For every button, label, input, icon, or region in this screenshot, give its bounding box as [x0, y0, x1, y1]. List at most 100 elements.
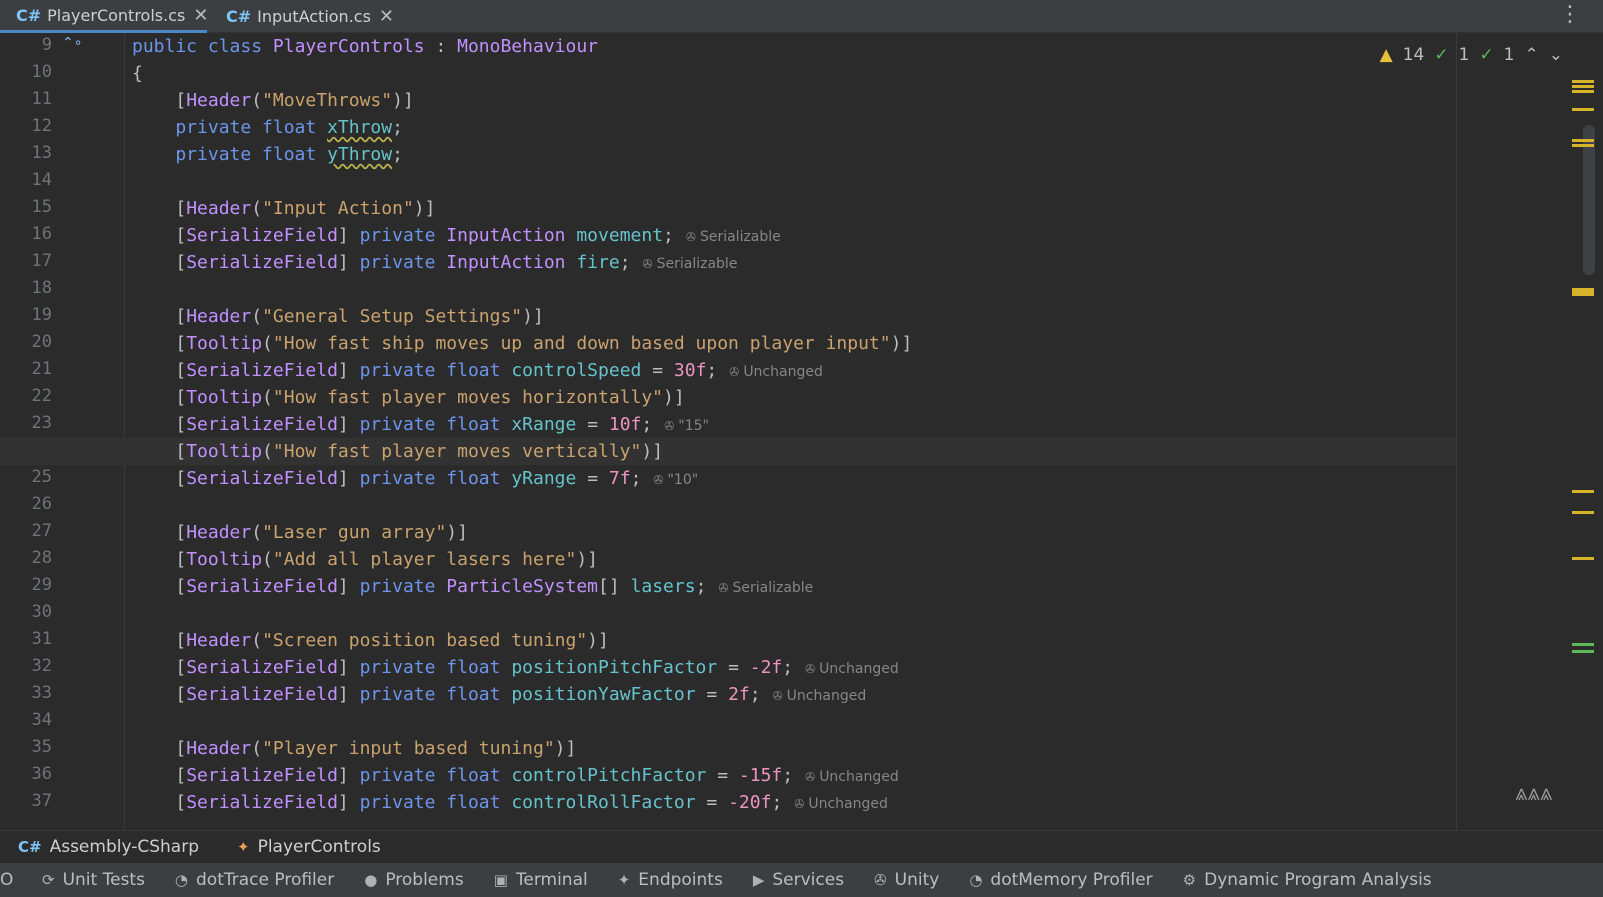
unity-inlay-hint[interactable]: ✇ Serializable: [718, 580, 813, 596]
unity-inlay-hint[interactable]: ✇ Unchanged: [805, 661, 899, 677]
tool-window-services[interactable]: ▶ Services: [753, 870, 844, 890]
code-line[interactable]: [Header("MoveThrows")]: [132, 87, 413, 114]
tool-window-icon: ▣: [493, 871, 508, 889]
code-line[interactable]: [Header("Player input based tuning")]: [132, 735, 576, 762]
warning-stripe[interactable]: [1572, 80, 1594, 83]
tool-window-problems[interactable]: ● Problems: [364, 870, 463, 890]
code-token: ;: [663, 225, 674, 246]
code-line[interactable]: private float xThrow;: [132, 114, 403, 141]
previous-highlight-icon[interactable]: ⌃: [1525, 45, 1539, 65]
warning-stripe[interactable]: [1572, 144, 1594, 147]
code-token: ;: [771, 792, 783, 813]
unity-inlay-hint[interactable]: ✇ Unchanged: [794, 796, 888, 812]
code-line[interactable]: private float yThrow;: [132, 141, 403, 168]
code-line[interactable]: [SerializeField] private ParticleSystem[…: [132, 573, 813, 602]
unity-icon: ✇: [805, 770, 816, 784]
change-stripe[interactable]: [1572, 650, 1594, 653]
warning-stripe[interactable]: [1572, 557, 1594, 560]
code-line[interactable]: [Header("Input Action")]: [132, 195, 435, 222]
line-number: 21: [31, 359, 52, 379]
tool-window-dottrace-profiler[interactable]: ◔ dotTrace Profiler: [175, 870, 334, 890]
next-highlight-icon[interactable]: ⌄: [1549, 45, 1563, 65]
vertical-scrollbar[interactable]: [1583, 125, 1595, 275]
code-token: PlayerControls: [272, 36, 425, 57]
code-token: Tooltip: [186, 387, 263, 408]
code-line[interactable]: public class PlayerControls : MonoBehavi…: [132, 33, 598, 60]
code-token: float: [262, 144, 328, 165]
line-number: 30: [31, 602, 52, 622]
code-line[interactable]: [Header("Screen position based tuning")]: [132, 627, 609, 654]
line-number: 37: [31, 791, 52, 811]
code-token: fire: [576, 252, 620, 273]
code-line[interactable]: [SerializeField] private float controlRo…: [132, 789, 888, 818]
warning-stripe[interactable]: [1572, 490, 1594, 493]
code-token: float: [446, 360, 512, 381]
code-token: Tooltip: [186, 441, 263, 462]
code-token: (: [262, 387, 273, 408]
code-line[interactable]: [SerializeField] private float controlSp…: [132, 357, 823, 386]
tab-label: InputAction.cs: [257, 7, 371, 26]
tool-window-icon: ●: [364, 871, 378, 889]
code-line[interactable]: [SerializeField] private float controlPi…: [132, 762, 899, 791]
tab-inputaction[interactable]: C# InputAction.cs ✕: [210, 0, 394, 33]
tool-window-label: Dynamic Program Analysis: [1204, 870, 1432, 890]
tool-window-unity[interactable]: ✇ Unity: [874, 870, 939, 890]
code-token: "Input Action": [262, 198, 414, 219]
tool-window-dotmemory-profiler[interactable]: ◔ dotMemory Profiler: [969, 870, 1152, 890]
code-line[interactable]: [SerializeField] private InputAction fir…: [132, 249, 737, 278]
implements-icon[interactable]: ⌃∘: [62, 35, 83, 51]
check-count: 1: [1458, 45, 1470, 65]
tool-window-terminal[interactable]: ▣ Terminal: [494, 870, 588, 890]
code-line[interactable]: [SerializeField] private InputAction mov…: [132, 222, 781, 251]
code-editor[interactable]: 9101112131415161718192021222324252627282…: [0, 33, 1603, 830]
warning-stripe[interactable]: [1572, 85, 1594, 88]
code-line[interactable]: [SerializeField] private float positionY…: [132, 681, 866, 710]
unity-inlay-hint[interactable]: ✇ "15": [664, 418, 709, 434]
code-token: ]: [337, 468, 360, 489]
code-line[interactable]: [Tooltip("How fast player moves vertical…: [132, 438, 663, 465]
unity-inlay-hint[interactable]: ✇ "10": [653, 472, 698, 488]
breadcrumb-class-label: PlayerControls: [257, 837, 381, 857]
warning-stripe[interactable]: [1572, 511, 1594, 514]
more-options-icon[interactable]: ⋮: [1559, 2, 1581, 28]
code-line[interactable]: [Tooltip("How fast ship moves up and dow…: [132, 330, 912, 357]
code-line[interactable]: [SerializeField] private float positionP…: [132, 654, 899, 683]
tool-window-endpoints[interactable]: ✦ Endpoints: [618, 870, 723, 890]
change-stripe[interactable]: [1572, 643, 1594, 646]
breadcrumb-assembly[interactable]: C# Assembly-CSharp: [18, 837, 199, 857]
code-line[interactable]: {: [132, 60, 143, 87]
tool-window-unit-tests[interactable]: ⟳ Unit Tests: [42, 870, 145, 890]
code-token: Tooltip: [186, 549, 263, 570]
close-icon[interactable]: ✕: [379, 6, 394, 27]
warning-count: 14: [1402, 45, 1425, 65]
close-icon[interactable]: ✕: [193, 5, 208, 26]
code-token: [: [132, 198, 187, 219]
inlay-hint-text: Unchanged: [743, 364, 823, 380]
tab-playercontrols[interactable]: C# PlayerControls.cs ✕: [0, 0, 208, 33]
warning-stripe[interactable]: [1572, 139, 1594, 142]
unity-inlay-hint[interactable]: ✇ Unchanged: [773, 688, 867, 704]
code-line[interactable]: [Tooltip("How fast player moves horizont…: [132, 384, 684, 411]
warning-stripe[interactable]: [1572, 90, 1594, 93]
code-line[interactable]: [Header("Laser gun array")]: [132, 519, 468, 546]
code-line[interactable]: [SerializeField] private float xRange = …: [132, 411, 709, 440]
reader-mode-icon[interactable]: ⩓⩓⩓: [1515, 781, 1552, 806]
unity-inlay-hint[interactable]: ✇ Unchanged: [729, 364, 823, 380]
unity-inlay-hint[interactable]: ✇ Serializable: [643, 256, 738, 272]
unity-inlay-hint[interactable]: ✇ Serializable: [686, 229, 781, 245]
tool-window-dynamic-program-analysis[interactable]: ⚙ Dynamic Program Analysis: [1183, 870, 1432, 890]
tool-window-label: Services: [772, 870, 845, 890]
code-token: (: [262, 549, 273, 570]
code-token: [: [132, 414, 187, 435]
code-token: )]: [587, 630, 609, 651]
code-line[interactable]: [SerializeField] private float yRange = …: [132, 465, 698, 494]
code-token: =: [576, 468, 609, 489]
inspection-widget[interactable]: ▲ 14 ✓ 1 ✓ 1 ⌃ ⌄: [1380, 45, 1563, 65]
breadcrumb-class[interactable]: ✦ PlayerControls: [237, 837, 381, 857]
code-line[interactable]: [Tooltip("Add all player lasers here")]: [132, 546, 598, 573]
unity-inlay-hint[interactable]: ✇ Unchanged: [805, 769, 899, 785]
code-line[interactable]: [Header("General Setup Settings")]: [132, 303, 544, 330]
warning-stripe[interactable]: [1572, 108, 1594, 111]
warning-stripe[interactable]: [1572, 288, 1594, 296]
code-token: [: [132, 252, 187, 273]
